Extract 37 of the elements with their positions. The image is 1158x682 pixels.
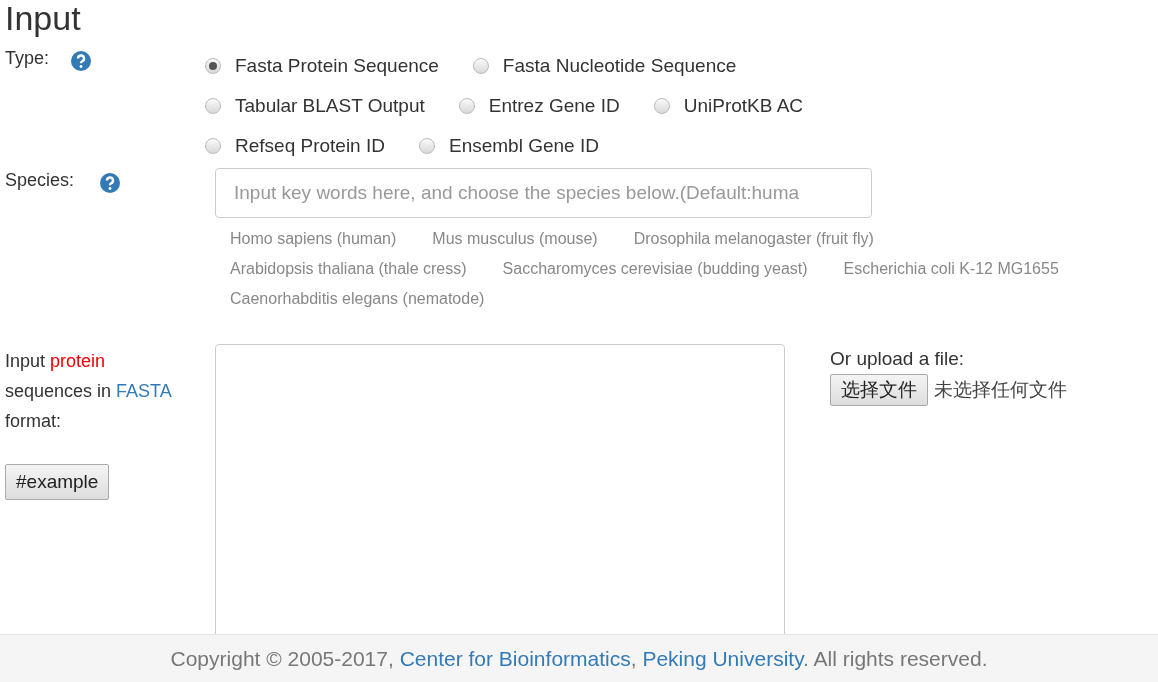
radio-label: Entrez Gene ID	[488, 95, 620, 117]
species-option[interactable]: Arabidopsis thaliana (thale cress)	[230, 260, 467, 278]
species-option[interactable]: Homo sapiens (human)	[230, 230, 397, 248]
radio-button[interactable]	[205, 138, 221, 154]
radio-label: Refseq Protein ID	[235, 135, 385, 157]
page-title: Input	[5, 0, 81, 36]
radio-label: Tabular BLAST Output	[235, 95, 425, 117]
radio-label: Fasta Protein Sequence	[235, 55, 439, 77]
radio-button[interactable]	[205, 98, 221, 114]
radio-button[interactable]	[205, 58, 221, 74]
footer-link[interactable]: Peking University	[642, 646, 804, 670]
radio-label: UniProtKB AC	[683, 95, 804, 117]
species-option[interactable]: Caenorhabditis elegans (nematode)	[230, 290, 485, 308]
radio-label: Ensembl Gene ID	[448, 135, 599, 157]
radio-button[interactable]	[472, 58, 489, 74]
radio-button[interactable]	[458, 98, 475, 114]
help-icon[interactable]	[100, 173, 121, 193]
species-label: Species:	[5, 170, 75, 191]
choose-file-button[interactable]: 选择文件	[830, 374, 928, 406]
species-option[interactable]: Saccharomyces cerevisiae (budding yeast)	[502, 260, 808, 278]
fasta-link[interactable]: FASTA	[116, 381, 171, 401]
sequence-input-label: Input protein sequences in FASTA format:	[5, 350, 173, 433]
example-button[interactable]: #example	[5, 464, 110, 500]
species-option[interactable]: Drosophila melanogaster (fruit fly)	[633, 230, 874, 248]
file-status: 未选择任何文件	[934, 377, 1067, 402]
upload-label: Or upload a file:	[830, 348, 966, 370]
type-label: Type:	[5, 48, 50, 69]
radio-label: Fasta Nucleotide Sequence	[502, 55, 737, 77]
sequence-textarea[interactable]	[215, 344, 785, 634]
copyright-text: Copyright © 2005-2017, Center for Bioinformatics, Peking University. All rights reserved.	[170, 646, 988, 671]
species-option[interactable]: Mus musculus (mouse)	[432, 230, 598, 248]
help-icon[interactable]	[71, 51, 92, 71]
species-search-field[interactable]: Input key words here, and choose the species below.(Default:huma	[215, 168, 872, 218]
radio-button[interactable]	[418, 138, 435, 154]
radio-button[interactable]	[653, 98, 670, 114]
footer-link[interactable]: Center for Bioinformatics	[399, 646, 631, 670]
species-option[interactable]: Escherichia coli K-12 MG1655	[843, 260, 1059, 278]
